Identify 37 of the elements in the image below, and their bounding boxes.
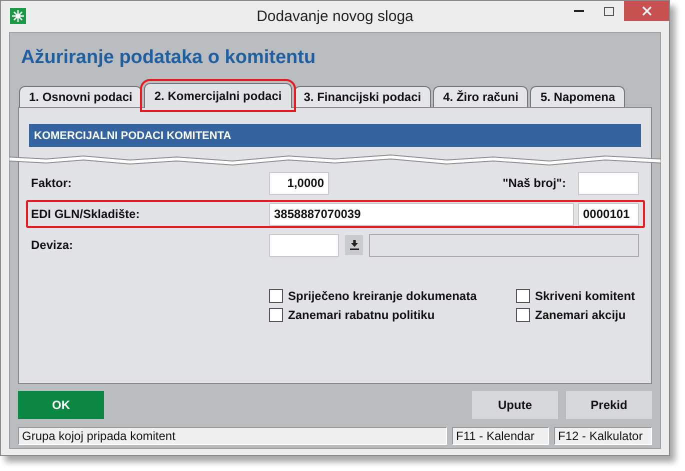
status-text: Grupa kojoj pripada komitent xyxy=(18,427,447,445)
app-icon xyxy=(10,8,26,24)
field-label: Faktor: xyxy=(31,176,73,190)
checkbox[interactable] xyxy=(269,308,283,322)
checkbox-label: Spriječeno kreiranje dokumenata xyxy=(288,288,477,302)
input-field[interactable]: 0000101 xyxy=(578,202,639,226)
dialog-button[interactable]: Upute xyxy=(472,391,558,419)
tab[interactable]: 1. Osnovni podaci xyxy=(19,86,142,107)
close-button[interactable] xyxy=(624,1,669,21)
checkbox-label: Zanemari rabatnu politiku xyxy=(288,308,435,322)
field-label: Deviza: xyxy=(31,238,74,252)
input-field[interactable]: 1,0000 xyxy=(269,172,329,194)
checkbox-label: Skriveni komitent xyxy=(535,288,636,302)
input-field[interactable] xyxy=(578,172,639,194)
field-label: "Naš broj": xyxy=(502,176,567,190)
shortcut-hint: F12 - Kalkulator xyxy=(554,427,652,445)
close-icon xyxy=(642,6,652,16)
section-header: KOMERCIJALNI PODACI KOMITENTA xyxy=(29,124,641,147)
checkbox-label: Zanemari akciju xyxy=(535,308,626,322)
dialog-button[interactable]: Prekid xyxy=(566,391,652,419)
input-field[interactable]: 3858887070039 xyxy=(269,202,574,226)
checkbox[interactable] xyxy=(516,308,530,322)
dropdown-button[interactable] xyxy=(345,235,363,255)
input-field[interactable] xyxy=(269,234,339,256)
form-heading: Ažuriranje podataka o komitentu xyxy=(20,46,317,70)
ok-button[interactable]: OK xyxy=(18,391,104,419)
tab[interactable]: 5. Napomena xyxy=(530,86,626,107)
tab[interactable]: 3. Financijski podaci xyxy=(294,86,432,107)
field-label: EDI GLN/Skladište: xyxy=(31,207,141,221)
checkbox[interactable] xyxy=(516,288,530,302)
maximize-icon xyxy=(604,6,614,16)
checkbox[interactable] xyxy=(269,288,283,302)
shortcut-hint: F11 - Kalendar xyxy=(452,427,549,445)
minimize-icon xyxy=(574,10,584,12)
download-arrow-icon xyxy=(350,240,358,250)
window-title: Dodavanje novog sloga xyxy=(256,8,414,25)
tab[interactable]: 4. Žiro računi xyxy=(433,86,528,107)
